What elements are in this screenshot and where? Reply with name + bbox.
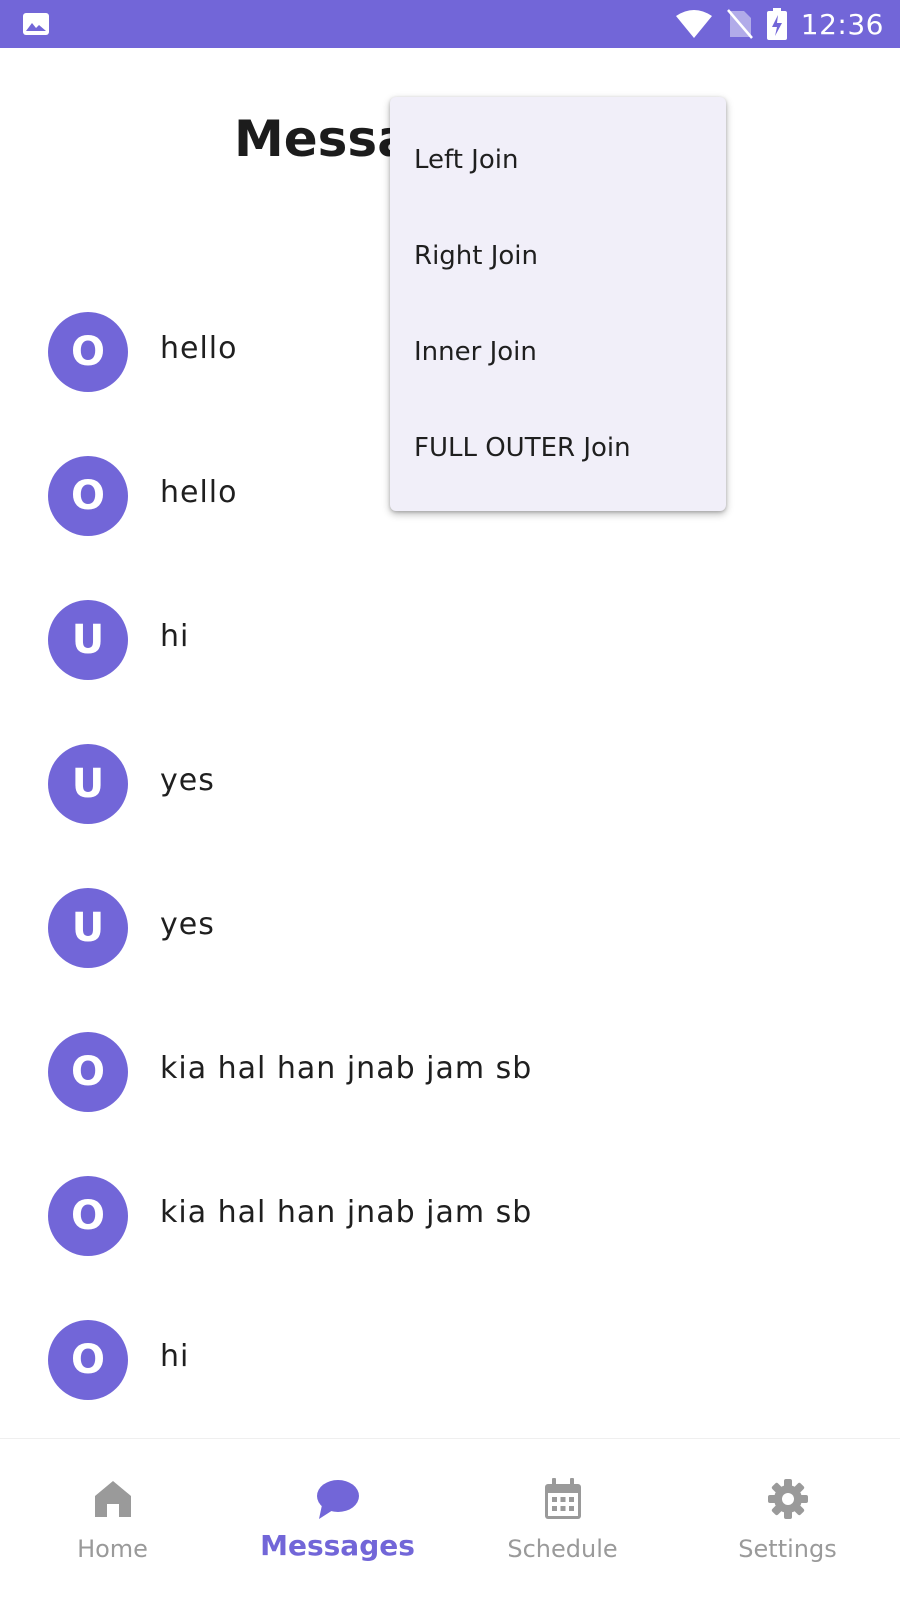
list-item[interactable]: O hi bbox=[0, 1289, 900, 1429]
status-bar: 12:36 bbox=[0, 0, 900, 48]
list-item[interactable]: U yes bbox=[0, 857, 900, 997]
status-time: 12:36 bbox=[800, 7, 884, 41]
message-text: kia hal han jnab jam sb bbox=[160, 1051, 533, 1086]
wifi-icon bbox=[675, 9, 713, 39]
list-item[interactable]: O kia hal han jnab jam sb bbox=[0, 1145, 900, 1285]
join-type-dropdown-menu: Left Join Right Join Inner Join FULL OUT… bbox=[390, 97, 726, 511]
avatar: O bbox=[48, 1032, 128, 1112]
gear-icon bbox=[766, 1477, 810, 1521]
nav-item-settings[interactable]: Settings bbox=[675, 1439, 900, 1601]
message-text: yes bbox=[160, 763, 215, 798]
menu-item-left-join[interactable]: Left Join bbox=[390, 113, 726, 209]
menu-item-right-join[interactable]: Right Join bbox=[390, 209, 726, 305]
chat-bubble-icon bbox=[316, 1477, 360, 1521]
calendar-icon bbox=[541, 1477, 585, 1521]
message-text: hi bbox=[160, 1339, 190, 1374]
menu-item-label: FULL OUTER Join bbox=[414, 433, 631, 463]
image-icon bbox=[22, 12, 50, 36]
list-item[interactable]: O kia hal han jnab jam sb bbox=[0, 1001, 900, 1141]
avatar: U bbox=[48, 600, 128, 680]
list-item[interactable]: U hi bbox=[0, 569, 900, 709]
avatar: U bbox=[48, 744, 128, 824]
message-text: kia hal han jnab jam sb bbox=[160, 1195, 533, 1230]
home-icon bbox=[91, 1477, 135, 1521]
nav-label: Messages bbox=[260, 1529, 415, 1562]
menu-item-label: Right Join bbox=[414, 241, 539, 271]
avatar: O bbox=[48, 1176, 128, 1256]
no-sim-icon bbox=[726, 9, 753, 39]
message-text: hello bbox=[160, 331, 238, 366]
avatar: O bbox=[48, 456, 128, 536]
message-text: hello bbox=[160, 475, 238, 510]
nav-item-home[interactable]: Home bbox=[0, 1439, 225, 1601]
message-text: hi bbox=[160, 619, 190, 654]
menu-item-label: Inner Join bbox=[414, 337, 537, 367]
battery-charging-icon bbox=[766, 8, 787, 40]
nav-item-schedule[interactable]: Schedule bbox=[450, 1439, 675, 1601]
nav-label: Home bbox=[77, 1535, 148, 1563]
avatar: U bbox=[48, 888, 128, 968]
nav-item-messages[interactable]: Messages bbox=[225, 1439, 450, 1601]
avatar: O bbox=[48, 312, 128, 392]
menu-item-full-outer-join[interactable]: FULL OUTER Join bbox=[390, 401, 726, 497]
nav-label: Schedule bbox=[507, 1535, 618, 1563]
avatar: O bbox=[48, 1320, 128, 1400]
list-item[interactable]: U yes bbox=[0, 713, 900, 853]
menu-item-label: Left Join bbox=[414, 145, 519, 175]
bottom-navigation: Home Messages Schedule Settings bbox=[0, 1438, 900, 1601]
menu-item-inner-join[interactable]: Inner Join bbox=[390, 305, 726, 401]
nav-label: Settings bbox=[738, 1535, 837, 1563]
message-text: yes bbox=[160, 907, 215, 942]
